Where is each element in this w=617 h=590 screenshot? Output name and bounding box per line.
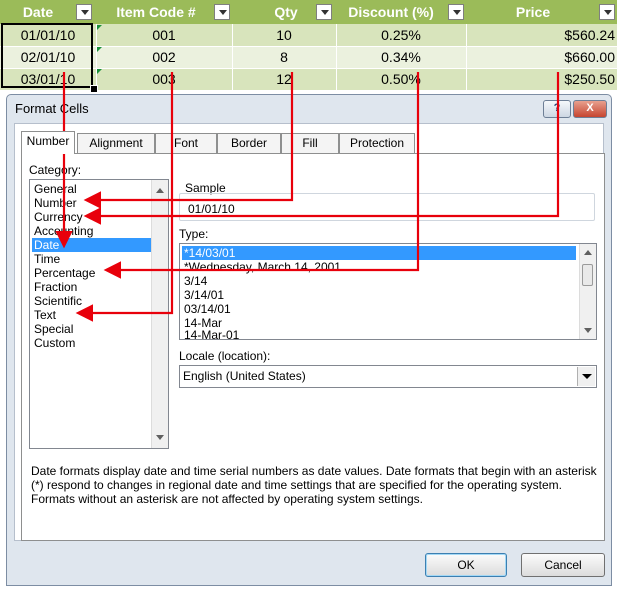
cell-selection xyxy=(1,23,93,88)
tab-fill[interactable]: Fill xyxy=(281,133,339,153)
category-item-number[interactable]: Number xyxy=(32,196,152,210)
filter-dropdown-qty[interactable] xyxy=(316,4,332,20)
error-indicator-icon xyxy=(97,47,102,52)
category-item-currency[interactable]: Currency xyxy=(32,210,152,224)
category-item-special[interactable]: Special xyxy=(32,322,152,336)
type-item[interactable]: *Wednesday, March 14, 2001 xyxy=(182,260,576,274)
sample-value: 01/01/10 xyxy=(188,202,235,216)
tab-border[interactable]: Border xyxy=(217,133,281,153)
cell-discount[interactable]: 0.25% xyxy=(336,24,466,46)
format-description: Date formats display date and time seria… xyxy=(31,464,597,506)
category-item-time[interactable]: Time xyxy=(32,252,152,266)
type-list[interactable]: *14/03/01 *Wednesday, March 14, 2001 3/1… xyxy=(179,243,597,340)
cell-qty[interactable]: 8 xyxy=(232,46,336,68)
category-label: Category: xyxy=(29,163,82,177)
spreadsheet: Date Item Code # Qty Discount (%) Price … xyxy=(0,0,617,94)
category-item-percentage[interactable]: Percentage xyxy=(32,266,152,280)
category-item-scientific[interactable]: Scientific xyxy=(32,294,152,308)
fill-handle[interactable] xyxy=(90,85,98,93)
scroll-up-icon[interactable] xyxy=(156,188,164,193)
category-item-custom[interactable]: Custom xyxy=(32,336,152,350)
category-list[interactable]: General Number Currency Accounting Date … xyxy=(29,179,169,449)
error-indicator-icon xyxy=(97,25,102,30)
filter-dropdown-item-code[interactable] xyxy=(214,4,230,20)
column-divider xyxy=(466,24,467,90)
locale-value: English (United States) xyxy=(183,369,306,383)
category-item-text[interactable]: Text xyxy=(32,308,152,322)
header-item-code: Item Code # xyxy=(116,4,196,20)
filter-dropdown-price[interactable] xyxy=(599,4,615,20)
type-item[interactable]: 3/14 xyxy=(182,274,576,288)
dialog-titlebar[interactable]: Format Cells ? X xyxy=(7,95,611,123)
locale-label: Locale (location): xyxy=(179,349,271,363)
category-item-accounting[interactable]: Accounting xyxy=(32,224,152,238)
type-item[interactable]: 03/14/01 xyxy=(182,302,576,316)
filter-dropdown-discount[interactable] xyxy=(448,4,464,20)
cell-item-code[interactable]: 001 xyxy=(96,24,232,46)
dialog-title: Format Cells xyxy=(15,101,89,116)
close-button[interactable]: X xyxy=(573,100,607,118)
column-divider xyxy=(336,24,337,90)
header-date: Date xyxy=(22,4,54,20)
tab-alignment[interactable]: Alignment xyxy=(77,133,155,153)
scroll-down-icon[interactable] xyxy=(156,435,164,440)
tab-font[interactable]: Font xyxy=(155,133,217,153)
cell-qty[interactable]: 12 xyxy=(232,68,336,90)
tab-protection[interactable]: Protection xyxy=(339,133,415,153)
tab-number[interactable]: Number xyxy=(21,131,75,154)
category-item-general[interactable]: General xyxy=(32,182,152,196)
format-cells-dialog: Format Cells ? X Number Alignment Font B… xyxy=(6,94,612,586)
type-label: Type: xyxy=(179,227,209,241)
ok-button[interactable]: OK xyxy=(425,553,507,577)
cell-discount[interactable]: 0.34% xyxy=(336,46,466,68)
chevron-down-icon[interactable] xyxy=(577,367,595,386)
cancel-button[interactable]: Cancel xyxy=(521,553,605,577)
help-button[interactable]: ? xyxy=(543,100,571,118)
category-item-date[interactable]: Date xyxy=(32,238,152,252)
close-icon: X xyxy=(586,102,594,114)
category-scrollbar[interactable] xyxy=(151,180,168,448)
help-icon: ? xyxy=(553,102,561,114)
cell-qty[interactable]: 10 xyxy=(232,24,336,46)
type-scrollbar[interactable] xyxy=(579,244,596,339)
locale-select[interactable]: English (United States) xyxy=(179,365,597,388)
type-item[interactable]: 14-Mar-01 xyxy=(182,330,576,339)
column-divider xyxy=(96,24,97,90)
sample-group: 01/01/10 xyxy=(179,193,595,221)
scroll-thumb[interactable] xyxy=(582,264,593,286)
error-indicator-icon xyxy=(97,69,102,74)
header-discount: Discount (%) xyxy=(348,4,434,20)
filter-dropdown-date[interactable] xyxy=(76,4,92,20)
header-price: Price xyxy=(515,4,551,20)
cell-price[interactable]: $560.24 xyxy=(466,24,615,46)
type-item[interactable]: 14-Mar xyxy=(182,316,576,330)
category-item-fraction[interactable]: Fraction xyxy=(32,280,152,294)
type-item[interactable]: *14/03/01 xyxy=(182,246,576,260)
scroll-up-icon[interactable] xyxy=(584,250,592,255)
cell-price[interactable]: $250.50 xyxy=(466,68,615,90)
header-row: Date Item Code # Qty Discount (%) Price xyxy=(0,0,617,24)
cell-price[interactable]: $660.00 xyxy=(466,46,615,68)
cell-discount[interactable]: 0.50% xyxy=(336,68,466,90)
cell-item-code[interactable]: 002 xyxy=(96,46,232,68)
cell-item-code[interactable]: 003 xyxy=(96,68,232,90)
type-item[interactable]: 3/14/01 xyxy=(182,288,576,302)
column-divider xyxy=(232,24,233,90)
scroll-down-icon[interactable] xyxy=(584,328,592,333)
